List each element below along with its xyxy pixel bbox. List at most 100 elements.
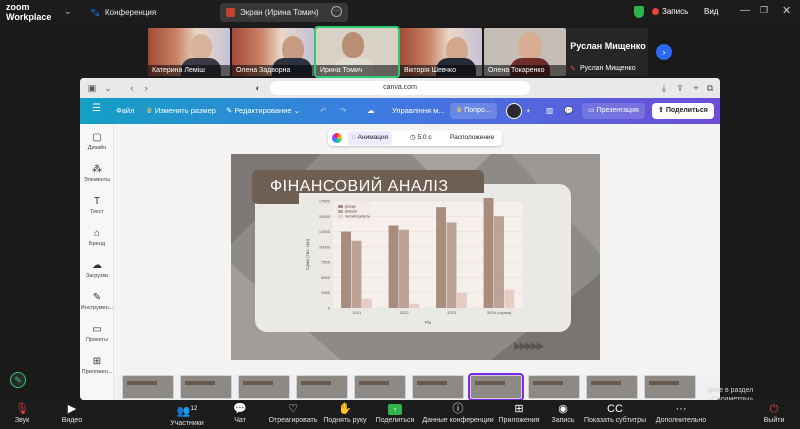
slide-thumbnail-selected[interactable] <box>468 373 524 400</box>
add-collaborator-icon[interactable]: + <box>526 104 530 118</box>
slide-thumbnail[interactable] <box>122 375 174 399</box>
chevron-down-icon: ⌄ <box>291 106 300 115</box>
rail-item-elements[interactable]: ⁂ Элементы <box>80 164 114 184</box>
leave-button[interactable]: ⏻ Выйти <box>744 403 800 426</box>
share-button[interactable]: ⇪ Поделиться <box>652 103 714 119</box>
minimize-icon[interactable]: — <box>740 5 750 16</box>
rail-item-design[interactable]: ▢ Дизайн <box>80 132 114 152</box>
participant-tile[interactable]: Олена Токаренко <box>484 28 566 76</box>
rail-item-uploads[interactable]: ☁ Загрузки <box>80 260 114 280</box>
slide-canvas[interactable]: ФІНАНСОВИЙ АНАЛІЗ 0 2500 5000 7500 10000 1250… <box>231 154 600 360</box>
participant-tile-active[interactable]: Ирина Томич <box>314 26 400 78</box>
bar-Доходи <box>388 225 399 308</box>
chevron-down-icon[interactable]: ⌄ <box>64 6 72 17</box>
comment-icon[interactable]: 💬 <box>564 104 573 118</box>
color-picker-icon[interactable] <box>332 133 342 143</box>
present-icon: ▭ <box>588 107 597 114</box>
participant-tile[interactable]: Вікторія Шевчко <box>400 28 482 76</box>
share-icon[interactable]: ⇪ <box>674 82 686 94</box>
video-button[interactable]: ▶ Видео <box>42 403 102 426</box>
rail-label: Инструмен... <box>80 305 114 311</box>
slide-thumbnail[interactable] <box>644 375 696 399</box>
duration-button[interactable]: ◷ 5.0 с <box>410 131 432 145</box>
document-title[interactable]: Управління м... <box>392 104 445 118</box>
more-button[interactable]: ··· Дополнительно <box>646 403 716 426</box>
slide-thumbnail[interactable] <box>412 375 464 399</box>
present-button[interactable]: ▭ Презентация <box>582 103 645 119</box>
bar-Витрати <box>399 229 409 308</box>
restore-icon[interactable]: ❐ <box>760 5 768 16</box>
sidebar-toggle-icon[interactable]: ▣ <box>86 82 98 94</box>
rail-item-text[interactable]: T Текст <box>80 196 114 216</box>
slide-thumbnail[interactable] <box>238 375 290 399</box>
thumb-title-bar <box>301 381 331 385</box>
captions-button[interactable]: CC Показать субтитры <box>580 403 650 426</box>
next-page-button[interactable]: › <box>656 44 672 60</box>
menu-icon[interactable]: ☰ <box>92 102 101 116</box>
slide-thumbnail[interactable] <box>528 375 580 399</box>
back-icon[interactable]: ‹ <box>126 82 138 94</box>
rail-label: Приложен... <box>81 369 113 375</box>
tabs-icon[interactable]: ⧉ <box>704 82 716 94</box>
participant-tile-no-video[interactable]: Руслан Мищенко ✎ Руслан Мищенко <box>566 28 648 76</box>
analytics-icon[interactable]: ▥ <box>546 104 553 118</box>
rail-item-tools[interactable]: ✎ Инструмен... <box>80 292 114 312</box>
x-tick-label: 2021 <box>352 310 362 315</box>
share-screen-button[interactable]: ↑ Поделиться <box>360 403 430 426</box>
position-button[interactable]: Расположение <box>450 131 494 145</box>
record-status[interactable]: Запись <box>662 7 688 16</box>
try-pro-label: Попро... <box>464 107 491 114</box>
animation-button[interactable]: ◌ Анимация <box>348 131 393 145</box>
tab-conference[interactable]: 🐾 Конференция <box>84 3 204 22</box>
bar-Чистий прибуток <box>504 289 515 308</box>
rail-item-apps[interactable]: ⊞ Приложен... <box>80 356 114 376</box>
zoom-logo-word: zoom <box>6 2 30 12</box>
participant-face <box>342 32 364 58</box>
annotate-icon[interactable]: ✎ <box>10 372 26 388</box>
slide-thumbnail[interactable] <box>586 375 638 399</box>
close-icon[interactable]: ✕ <box>782 4 791 17</box>
slide-thumbnail[interactable] <box>296 375 348 399</box>
more-label: Дополнительно <box>655 417 707 424</box>
view-button[interactable]: Вид <box>704 7 718 16</box>
bar-Доходи <box>483 197 494 308</box>
redo-icon[interactable]: ↷ <box>340 104 346 118</box>
thumb-title-bar <box>533 381 563 385</box>
rail-item-brand[interactable]: ⌂ Бренд <box>80 228 114 248</box>
address-bar[interactable]: canva.com <box>270 81 530 95</box>
tools-icon: ✎ <box>92 292 102 303</box>
participant-tile[interactable]: Олена Задворна <box>232 28 314 76</box>
share-label: Поделиться <box>665 107 708 114</box>
resize-button[interactable]: ♛ Изменить размер <box>146 104 216 118</box>
resize-label: Изменить размер <box>154 106 216 115</box>
forward-icon[interactable]: › <box>140 82 152 94</box>
bar-chart[interactable]: 0250050007500100001250015000175002021 202… <box>299 193 529 330</box>
participant-name: Олена Токаренко <box>484 65 566 76</box>
cloud-icon[interactable]: ☁ <box>367 104 375 118</box>
legend-swatch <box>338 210 343 213</box>
x-axis-label: Рік <box>425 320 431 325</box>
tab-screen-share[interactable]: Экран (Ирина Томич) ··· <box>220 3 348 22</box>
avatar[interactable] <box>506 103 522 119</box>
chevron-down-icon[interactable]: ⌄ <box>102 82 114 94</box>
participant-name: Ирина Томич <box>316 65 398 76</box>
shield-icon <box>634 6 644 18</box>
browser-toolbar: ▣ ⌄ ‹ › ◐ canva.com ⤓ ⇪ + ⧉ <box>80 78 720 98</box>
more-icon[interactable]: ··· <box>331 6 342 17</box>
camera-icon: ▶ <box>67 403 77 415</box>
y-tick-label: 17500 <box>319 199 331 204</box>
editing-button[interactable]: ✎ Редактирование ⌄ <box>226 104 300 118</box>
file-menu[interactable]: Файл <box>116 104 134 118</box>
y-tick-label: 5000 <box>321 275 331 280</box>
try-pro-button[interactable]: ♛ Попро... <box>450 103 497 119</box>
undo-icon[interactable]: ↶ <box>320 104 326 118</box>
muted-mic-icon: ✎ <box>570 66 576 73</box>
rail-item-projects[interactable]: ▭ Проекты <box>80 324 114 344</box>
download-icon[interactable]: ⤓ <box>658 82 670 94</box>
slide-thumbnail[interactable] <box>180 375 232 399</box>
thumb-title-bar <box>243 381 273 385</box>
new-tab-icon[interactable]: + <box>690 82 702 94</box>
participant-tile[interactable]: Катерина Леміш <box>148 28 230 76</box>
slide-thumbnail[interactable] <box>354 375 406 399</box>
canva-toolbar: ☰ Файл ♛ Изменить размер ✎ Редактировани… <box>80 98 720 124</box>
